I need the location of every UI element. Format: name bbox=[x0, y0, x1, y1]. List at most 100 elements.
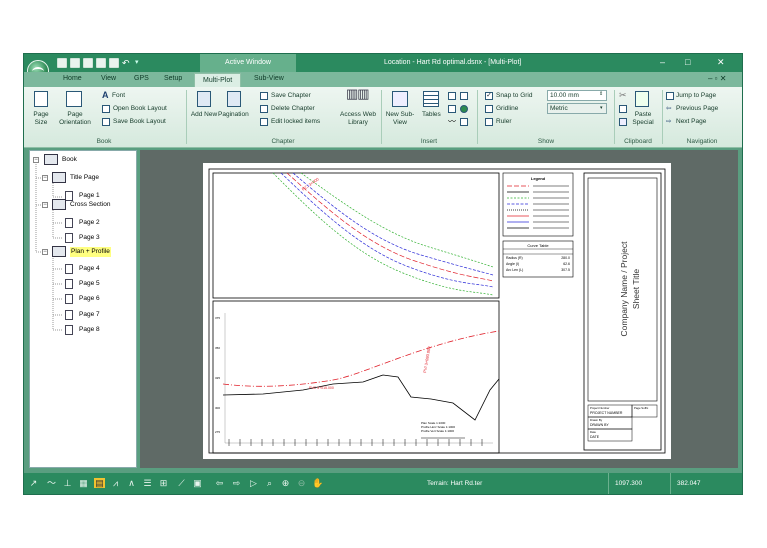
print-preview-icon[interactable] bbox=[109, 58, 119, 68]
tree-item-page-7[interactable]: Page 7 bbox=[79, 310, 100, 320]
grid-size-input[interactable]: 10.00 mm bbox=[547, 90, 607, 101]
new-sub-view-button[interactable]: New Sub-View bbox=[384, 111, 416, 127]
insert-line-icon[interactable]: 〰 bbox=[448, 118, 456, 126]
active-window-label: Active Window bbox=[200, 54, 296, 72]
new-icon[interactable] bbox=[57, 58, 67, 68]
table-tool-icon[interactable]: ☰ bbox=[142, 478, 153, 488]
gridline-checkbox[interactable] bbox=[485, 105, 493, 113]
insert-scale-icon[interactable] bbox=[460, 118, 468, 126]
pan-left-icon[interactable]: ⇦ bbox=[214, 478, 225, 488]
page-suffix-label: Page Suffix bbox=[634, 406, 649, 410]
tree-item-title-page[interactable]: Title Page bbox=[70, 173, 99, 183]
cut-icon[interactable]: ✂ bbox=[619, 91, 627, 100]
plan-profile-collapse-toggle[interactable]: − bbox=[42, 249, 48, 255]
tree-item-page-8[interactable]: Page 8 bbox=[79, 325, 100, 335]
tab-multi-plot[interactable]: Multi-Plot bbox=[194, 73, 242, 87]
title-page-collapse-toggle[interactable]: − bbox=[42, 175, 48, 181]
delete-chapter-button[interactable]: Delete Chapter bbox=[271, 105, 315, 113]
open-icon[interactable] bbox=[70, 58, 80, 68]
pagination-button[interactable]: Pagination bbox=[218, 111, 249, 119]
highlight-icon[interactable]: ▤ bbox=[94, 478, 105, 488]
print-icon[interactable] bbox=[96, 58, 106, 68]
curve-row-value-2: 62.6 bbox=[563, 262, 570, 266]
grid-size-spinner-icon[interactable]: ⇕ bbox=[599, 90, 603, 98]
tab-setup[interactable]: Setup bbox=[164, 75, 182, 82]
ruler-label: Ruler bbox=[496, 118, 512, 125]
ruler-checkbox[interactable] bbox=[485, 118, 493, 126]
tab-gps[interactable]: GPS bbox=[134, 75, 149, 82]
tree-item-book[interactable]: Book bbox=[62, 155, 77, 165]
drawing-sheet[interactable]: P.C. 3+000 375 350 325 300 275 PVI 3+080.000… bbox=[203, 163, 671, 459]
grid-icon[interactable]: ▦ bbox=[78, 478, 89, 488]
draw-line-icon[interactable]: ↗ bbox=[28, 478, 39, 488]
hand-pan-icon[interactable]: ✋ bbox=[312, 478, 323, 488]
wave-icon[interactable]: ∧ bbox=[126, 478, 137, 488]
tree-item-page-2[interactable]: Page 2 bbox=[79, 218, 100, 228]
group-chapter-label: Chapter bbox=[271, 138, 295, 145]
chapter-book-icon bbox=[52, 246, 66, 257]
page-orientation-button[interactable]: Page Orientation bbox=[54, 111, 96, 127]
next-page-button[interactable]: Next Page bbox=[676, 118, 706, 126]
access-web-library-button[interactable]: Access Web Library bbox=[338, 111, 378, 127]
coordinate-y: 382.047 bbox=[670, 473, 737, 494]
tree-item-cross-section[interactable]: Cross Section bbox=[70, 200, 110, 210]
layout-canvas[interactable]: P.C. 3+000 375 350 325 300 275 PVI 3+080.000… bbox=[140, 150, 738, 468]
undo-icon[interactable]: ↶ bbox=[122, 58, 132, 68]
add-new-button[interactable]: Add New bbox=[190, 111, 218, 119]
polyline-icon[interactable]: 〜 bbox=[46, 478, 57, 488]
profile-tool-icon[interactable]: ⩘ bbox=[110, 478, 121, 488]
tab-home[interactable]: Home bbox=[63, 75, 82, 82]
maximize-button[interactable]: □ bbox=[685, 57, 690, 68]
close-button[interactable]: ✕ bbox=[717, 57, 725, 68]
tab-sub-view[interactable]: Sub-View bbox=[254, 75, 284, 82]
open-book-layout-button[interactable]: Open Book Layout bbox=[113, 105, 167, 113]
delete-chapter-icon bbox=[260, 105, 268, 113]
save-chapter-icon bbox=[260, 92, 268, 100]
quick-access-dropdown-icon[interactable]: ▾ bbox=[135, 58, 145, 68]
tree-item-page-6[interactable]: Page 6 bbox=[79, 294, 100, 304]
cross-section-collapse-toggle[interactable]: − bbox=[42, 202, 48, 208]
save-chapter-button[interactable]: Save Chapter bbox=[271, 92, 311, 100]
edit-locked-items-checkbox[interactable] bbox=[260, 118, 268, 126]
tree-item-plan-profile[interactable]: Plan + Profile bbox=[70, 247, 111, 257]
copy-icon[interactable] bbox=[619, 105, 627, 113]
units-dropdown-icon[interactable]: ▾ bbox=[600, 104, 603, 112]
zoom-out-icon[interactable]: ⊖ bbox=[296, 478, 307, 488]
pan-right-icon[interactable]: ⇨ bbox=[231, 478, 242, 488]
format-painter-icon[interactable] bbox=[619, 118, 627, 126]
book-tool-icon[interactable]: ▣ bbox=[192, 478, 203, 488]
tree-item-page-5[interactable]: Page 5 bbox=[79, 279, 100, 289]
tab-view[interactable]: View bbox=[101, 75, 116, 82]
save-icon[interactable] bbox=[83, 58, 93, 68]
save-book-layout-button[interactable]: Save Book Layout bbox=[113, 118, 166, 126]
insert-north-arrow-icon[interactable] bbox=[460, 105, 468, 113]
zoom-icon[interactable]: ⌕ bbox=[264, 478, 275, 488]
paste-special-button[interactable]: Paste Special bbox=[629, 111, 657, 127]
snap-to-grid-checkbox[interactable]: ✓ bbox=[485, 92, 493, 100]
insert-text-icon[interactable] bbox=[448, 92, 456, 100]
select-pointer-icon[interactable]: ▷ bbox=[248, 478, 259, 488]
profile-ground-line bbox=[222, 374, 500, 421]
tree-item-page-3[interactable]: Page 3 bbox=[79, 233, 100, 243]
units-select[interactable]: Metric bbox=[547, 103, 607, 114]
book-collapse-toggle[interactable]: − bbox=[33, 157, 39, 163]
tables-button[interactable]: Tables bbox=[422, 111, 441, 119]
zoom-in-icon[interactable]: ⊕ bbox=[280, 478, 291, 488]
tables-icon bbox=[423, 91, 439, 107]
cube-icon[interactable]: ⊞ bbox=[158, 478, 169, 488]
insert-image-icon[interactable] bbox=[460, 92, 468, 100]
minimize-button[interactable]: – bbox=[660, 57, 665, 68]
window-title: Location - Hart Rd optimal.dsnx - [Multi… bbox=[384, 59, 522, 66]
previous-page-button[interactable]: Previous Page bbox=[676, 105, 718, 113]
group-separator bbox=[477, 90, 478, 144]
page-orientation-icon bbox=[66, 91, 82, 107]
measure-icon[interactable]: ⟋ bbox=[176, 478, 187, 488]
tree-item-page-4[interactable]: Page 4 bbox=[79, 264, 100, 274]
font-button[interactable]: Font bbox=[112, 92, 125, 100]
jump-to-page-icon bbox=[666, 92, 674, 100]
insert-legend-icon[interactable] bbox=[448, 105, 456, 113]
jump-to-page-button[interactable]: Jump to Page bbox=[676, 92, 716, 100]
inner-window-controls[interactable]: – ▫ ✕ bbox=[708, 74, 726, 83]
page-size-button[interactable]: Page Size bbox=[28, 111, 54, 127]
survey-icon[interactable]: ⊥ bbox=[62, 478, 73, 488]
